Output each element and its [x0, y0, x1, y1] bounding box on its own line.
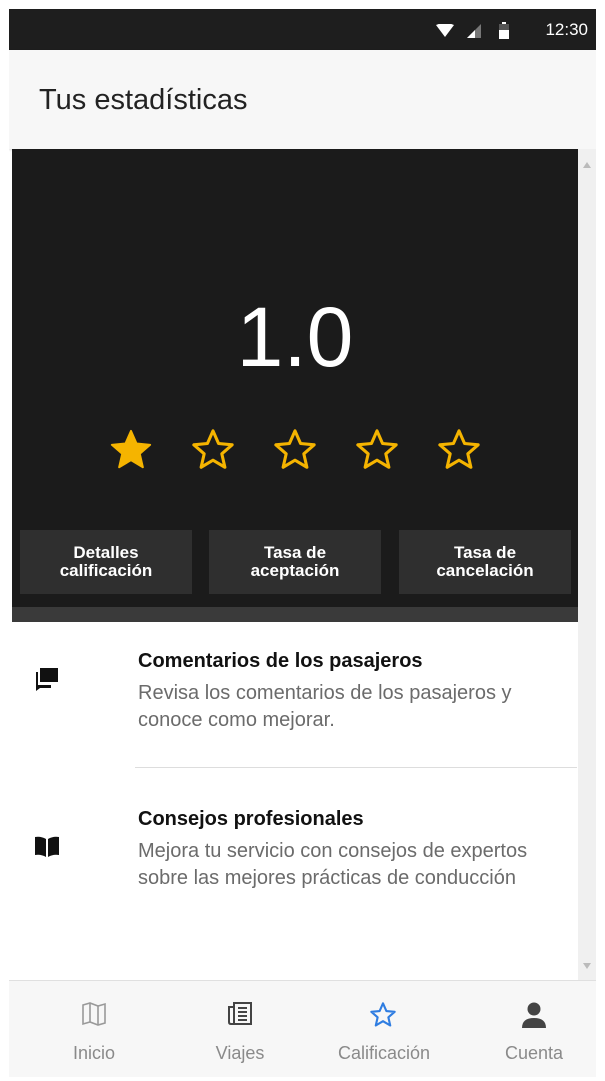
acceptance-rate-button[interactable]: Tasa de aceptación — [209, 530, 381, 594]
cancellation-rate-button[interactable]: Tasa de cancelación — [399, 530, 571, 594]
stats-list: Comentarios de los pasajeros Revisa los … — [12, 622, 578, 980]
app-bar: Tus estadísticas — [9, 50, 596, 149]
tab-label: Calificación — [337, 1043, 431, 1063]
acceptance-rate-label: Tasa de aceptación — [250, 543, 340, 580]
wifi-icon — [436, 24, 454, 37]
list-item-description: Mejora tu servicio con consejos de exper… — [138, 840, 528, 889]
list-divider — [135, 767, 577, 768]
scroll-up-arrow-icon[interactable] — [582, 161, 592, 169]
rating-details-button[interactable]: Detalles calificación — [20, 530, 192, 594]
battery-icon — [499, 22, 509, 39]
rating-stars — [108, 427, 498, 479]
star-outline-icon — [274, 429, 316, 469]
page-title: Tus estadísticas — [39, 84, 248, 116]
newspaper-icon — [228, 1002, 252, 1025]
tab-label: Cuenta — [504, 1043, 564, 1063]
list-item-description: Revisa los comentarios de los pasajeros … — [138, 682, 512, 731]
phone-screen: 12:30 Tus estadísticas 1.0 Detalles cali… — [9, 9, 596, 1077]
tab-viajes[interactable]: Viajes — [185, 981, 295, 1077]
chat-bubbles-icon — [36, 668, 58, 691]
star-outline-icon — [370, 1002, 396, 1027]
tab-label: Inicio — [72, 1043, 116, 1063]
bottom-navigation: Inicio Viajes Calificación Cuenta — [9, 980, 596, 1077]
scrollbar[interactable] — [578, 149, 596, 980]
rating-panel: 1.0 Detalles calificación Tasa de acepta… — [12, 149, 578, 622]
list-item-passenger-comments[interactable]: Comentarios de los pasajeros Revisa los … — [12, 622, 578, 767]
person-icon — [522, 1002, 546, 1028]
list-item-professional-tips[interactable]: Consejos profesionales Mejora tu servici… — [12, 780, 578, 980]
rating-details-label: Detalles calificación — [59, 543, 153, 580]
star-filled-icon — [110, 429, 152, 469]
status-time: 12:30 — [545, 20, 588, 39]
panel-divider-strip — [12, 607, 578, 622]
tab-calificacion[interactable]: Calificación — [319, 981, 449, 1077]
tab-cuenta[interactable]: Cuenta — [479, 981, 589, 1077]
scroll-down-arrow-icon[interactable] — [582, 962, 592, 970]
rating-score: 1.0 — [236, 290, 354, 384]
tab-label: Viajes — [215, 1043, 265, 1063]
star-outline-icon — [438, 429, 480, 469]
list-item-title: Comentarios de los pasajeros — [138, 650, 423, 672]
map-icon — [82, 1002, 106, 1026]
tab-inicio[interactable]: Inicio — [39, 981, 149, 1077]
list-item-title: Consejos profesionales — [138, 808, 364, 830]
book-icon — [35, 836, 59, 857]
status-bar: 12:30 — [9, 9, 596, 50]
cell-signal-icon — [467, 24, 481, 38]
star-outline-icon — [356, 429, 398, 469]
star-outline-icon — [192, 429, 234, 469]
cancellation-rate-label: Tasa de cancelación — [436, 543, 534, 580]
